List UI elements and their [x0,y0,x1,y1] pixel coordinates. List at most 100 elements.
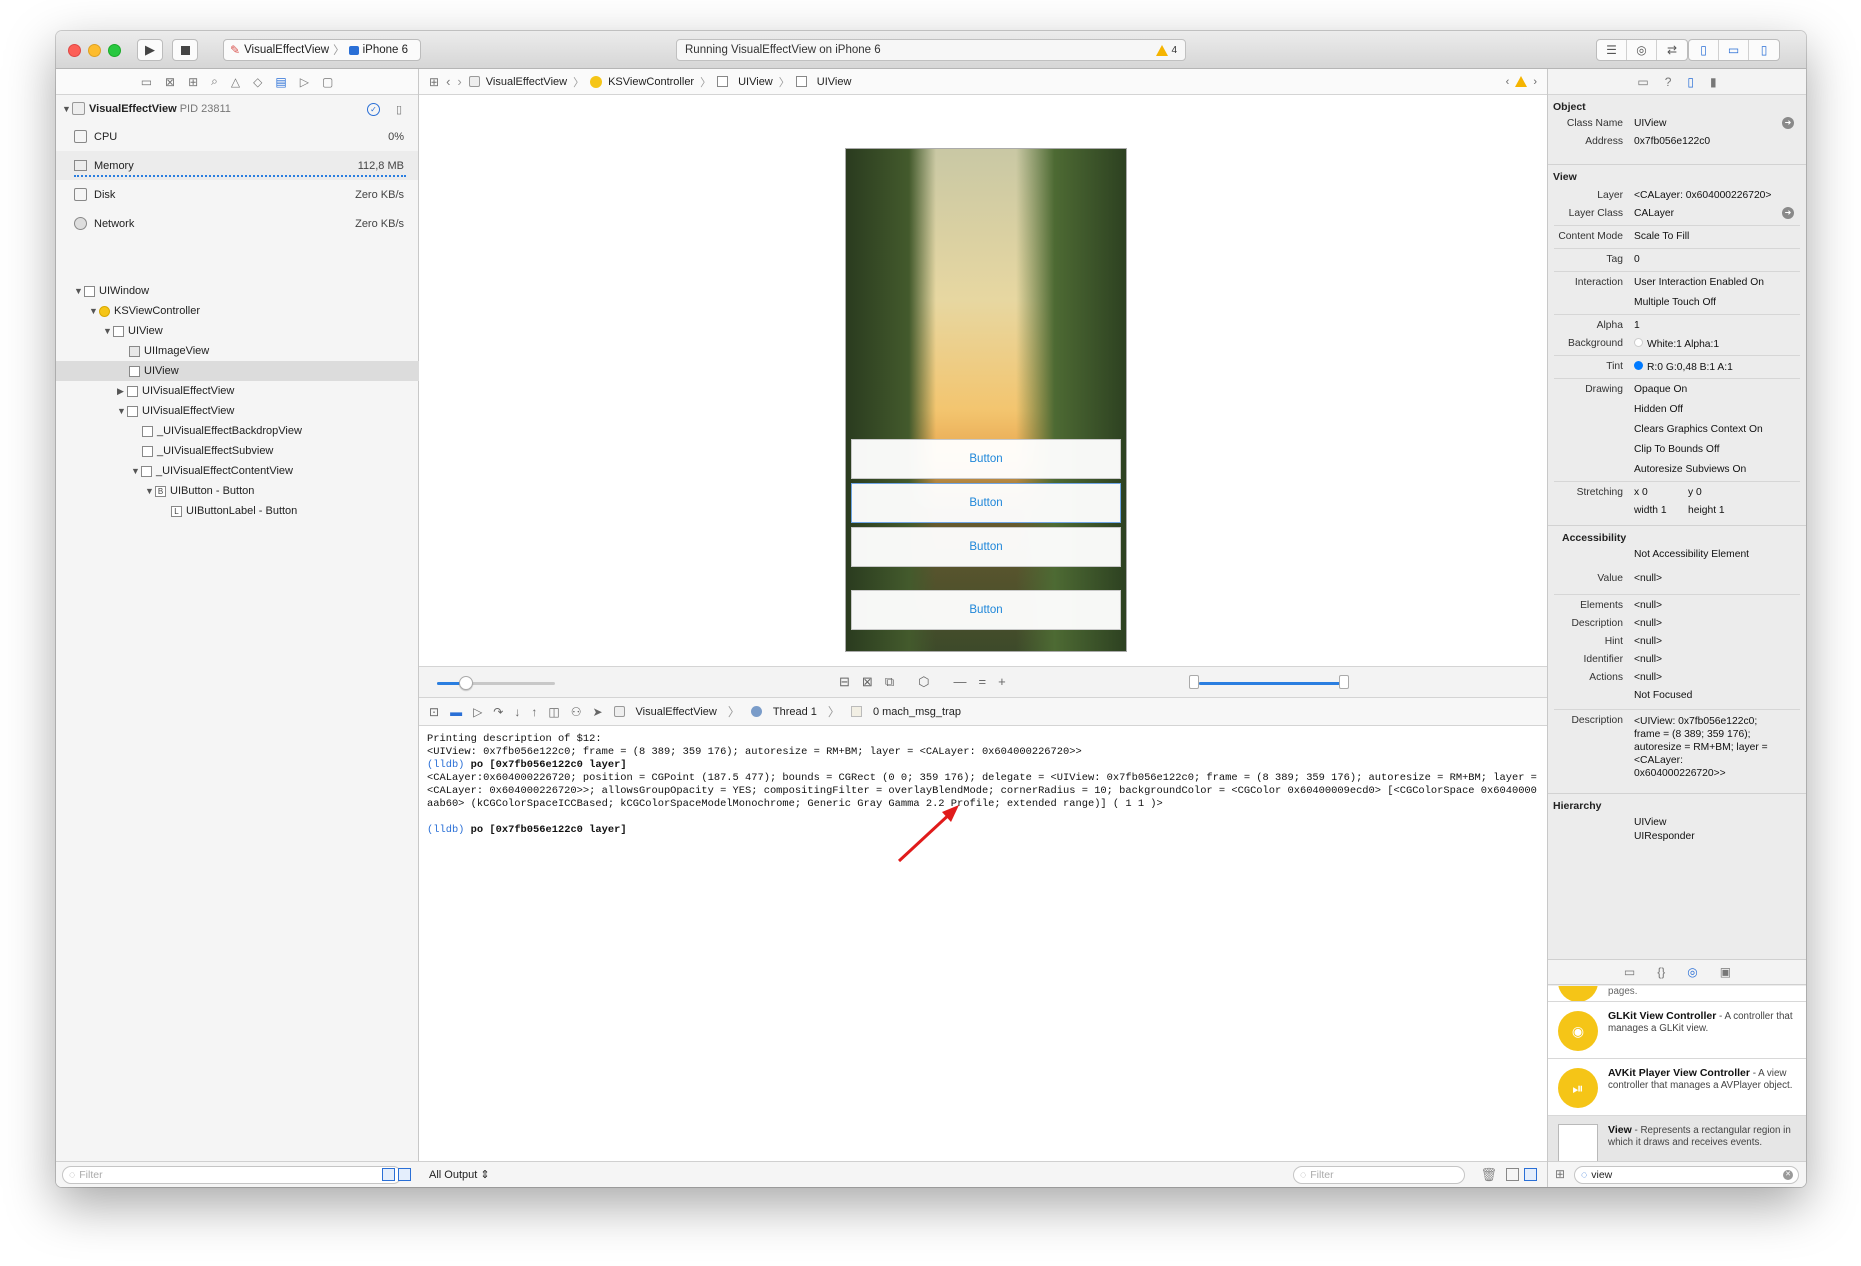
hierarchy-item[interactable]: UIView [1634,817,1666,828]
grid-view-icon[interactable]: ⊞ [1555,1167,1565,1181]
step-over-icon[interactable]: ↷ [493,705,503,719]
issue-icon[interactable]: △ [231,75,240,89]
debug-navigator-icon[interactable]: ▤ [275,75,286,89]
tree-node-subview[interactable]: _UIVisualEffectSubview [56,441,419,461]
navigate-arrow-icon[interactable]: ➜ [1782,207,1794,219]
tree-node-backdrop[interactable]: _UIVisualEffectBackdropView [56,421,419,441]
breakpoints-toggle-icon[interactable]: ▬ [450,705,462,719]
preview-button[interactable]: Button [851,527,1121,567]
back-icon[interactable]: ‹ [446,74,450,89]
hide-system-views-icon[interactable] [382,1168,395,1181]
tree-node-uiimageview[interactable]: UIImageView [56,341,419,361]
tree-node-uivisualeffectview[interactable]: ▶ UIVisualEffectView [56,381,419,401]
assistant-editor-icon[interactable]: ◎ [1627,40,1657,60]
debug-thread[interactable]: Thread 1 [773,706,817,718]
gauge-icon[interactable]: ✓ [367,103,380,116]
tree-node-uiview-selected[interactable]: UIView [56,361,419,381]
preview-button[interactable]: Button [851,590,1121,630]
split-right-icon[interactable] [1524,1168,1537,1181]
navigator-filter-field[interactable]: ◌ Filter [62,1166,402,1184]
next-issue-icon[interactable]: › [1533,76,1537,88]
file-inspector-icon[interactable]: ▭ [1637,75,1648,89]
library-search-field[interactable]: ◌ view ✕ [1574,1166,1799,1184]
scheme-selector[interactable]: ✎ VisualEffectView 〉 iPhone 6 [223,39,421,61]
network-gauge[interactable]: Network Zero KB/s [56,209,418,238]
zoom-out-icon[interactable]: — [953,674,966,690]
view-debugger-canvas[interactable]: Button Button Button Button [419,96,1547,666]
utilities-toggle-icon[interactable]: ▯ [1749,40,1779,60]
tree-node-uibuttonlabel[interactable]: L UIButtonLabel - Button [56,501,419,521]
memory-gauge[interactable]: Memory 112,8 MB [56,151,418,180]
breadcrumb-item[interactable]: UIView [817,76,852,88]
clip-content-icon[interactable]: ⊟ [839,674,850,690]
range-slider-min-handle[interactable] [1189,675,1199,689]
range-slider-max-handle[interactable] [1339,675,1349,689]
disk-gauge[interactable]: Disk Zero KB/s [56,180,418,209]
preview-button-selected[interactable]: Button [851,483,1121,523]
file-template-icon[interactable]: ▭ [1624,965,1635,979]
stop-button[interactable] [172,39,198,61]
clear-search-icon[interactable]: ✕ [1783,1170,1793,1180]
symbol-icon[interactable]: ⊞ [188,75,198,89]
zoom-in-icon[interactable]: + [998,674,1006,690]
debug-area-toggle-icon[interactable]: ▭ [1719,40,1749,60]
3d-orient-icon[interactable]: ⬡ [918,674,929,690]
code-snippet-icon[interactable]: {} [1657,965,1665,979]
step-out-icon[interactable]: ↑ [531,705,537,719]
hierarchy-item[interactable]: UIResponder [1634,831,1695,842]
breadcrumb-item[interactable]: VisualEffectView [486,76,567,88]
forward-icon[interactable]: › [457,74,461,89]
standard-editor-icon[interactable]: ☰ [1597,40,1627,60]
hide-debug-area-icon[interactable]: ⊡ [429,705,439,719]
media-library-icon[interactable]: ▣ [1720,965,1731,979]
close-window-button[interactable] [68,44,81,57]
version-editor-icon[interactable]: ⇄ [1657,40,1687,60]
library-item-partial[interactable]: pages. [1548,986,1806,1002]
search-icon[interactable]: ⌕ [211,74,218,89]
object-library-icon[interactable]: ◎ [1687,965,1697,979]
breadcrumb-item[interactable]: UIView [738,76,773,88]
run-button[interactable]: ▶ [137,39,163,61]
library-item-glkit[interactable]: ◉ GLKit View Controller - A controller t… [1548,1002,1806,1059]
memory-graph-icon[interactable]: ⚇ [571,705,582,719]
console-filter-field[interactable]: ◌ Filter [1293,1166,1465,1184]
console-area[interactable]: Printing description of $12: <UIView: 0x7… [419,727,1547,1187]
test-icon[interactable]: ◇ [253,75,262,89]
zoom-window-button[interactable] [108,44,121,57]
size-inspector-icon[interactable]: ▮ [1710,75,1717,89]
related-items-icon[interactable]: ⊞ [429,75,439,89]
tree-node-uiview[interactable]: ▼ UIView [56,321,419,341]
continue-icon[interactable]: ▷ [473,705,482,719]
split-left-icon[interactable] [1506,1168,1519,1181]
object-inspector-icon[interactable]: ▯ [1687,75,1694,89]
preview-button[interactable]: Button [851,439,1121,479]
minimize-window-button[interactable] [88,44,101,57]
content-icon[interactable]: ⧉ [885,674,894,690]
navigator-toggle-icon[interactable]: ▯ [1689,40,1719,60]
spacing-slider-knob[interactable] [459,676,473,690]
simulate-location-icon[interactable]: ➤ [592,705,602,719]
warning-icon[interactable] [1515,76,1528,87]
library-item-avkit[interactable]: ⏯ AVKit Player View Controller - A view … [1548,1059,1806,1116]
cpu-gauge[interactable]: CPU 0% [56,122,418,151]
folder-icon[interactable]: ▭ [141,75,152,89]
debug-target[interactable]: VisualEffectView [636,706,717,718]
navigate-arrow-icon[interactable]: ➜ [1782,117,1794,129]
tree-node-contentview[interactable]: ▼ _UIVisualEffectContentView [56,461,419,481]
view-hierarchy-icon[interactable]: ▯ [396,103,402,116]
output-filter-select[interactable]: All Output ⇕ [429,1168,490,1181]
tree-node-uiwindow[interactable]: ▼ UIWindow [56,281,419,301]
show-visible-only-icon[interactable] [398,1168,411,1181]
breadcrumb-item[interactable]: KSViewController [608,76,694,88]
step-into-icon[interactable]: ↓ [514,705,520,719]
trash-icon[interactable]: 🗑 [1480,1167,1497,1183]
breakpoint-icon[interactable]: ▷ [300,75,309,89]
debug-frame[interactable]: 0 mach_msg_trap [873,706,961,718]
previous-issue-icon[interactable]: ‹ [1506,76,1510,88]
warning-badge[interactable]: 4 [1156,44,1177,56]
report-icon[interactable]: ▢ [322,75,333,89]
source-control-icon[interactable]: ⊠ [165,75,175,89]
debug-view-hierarchy-icon[interactable]: ◫ [548,705,559,719]
tree-node-uivisualeffectview[interactable]: ▼ UIVisualEffectView [56,401,419,421]
wireframe-icon[interactable]: ⊠ [862,674,873,690]
